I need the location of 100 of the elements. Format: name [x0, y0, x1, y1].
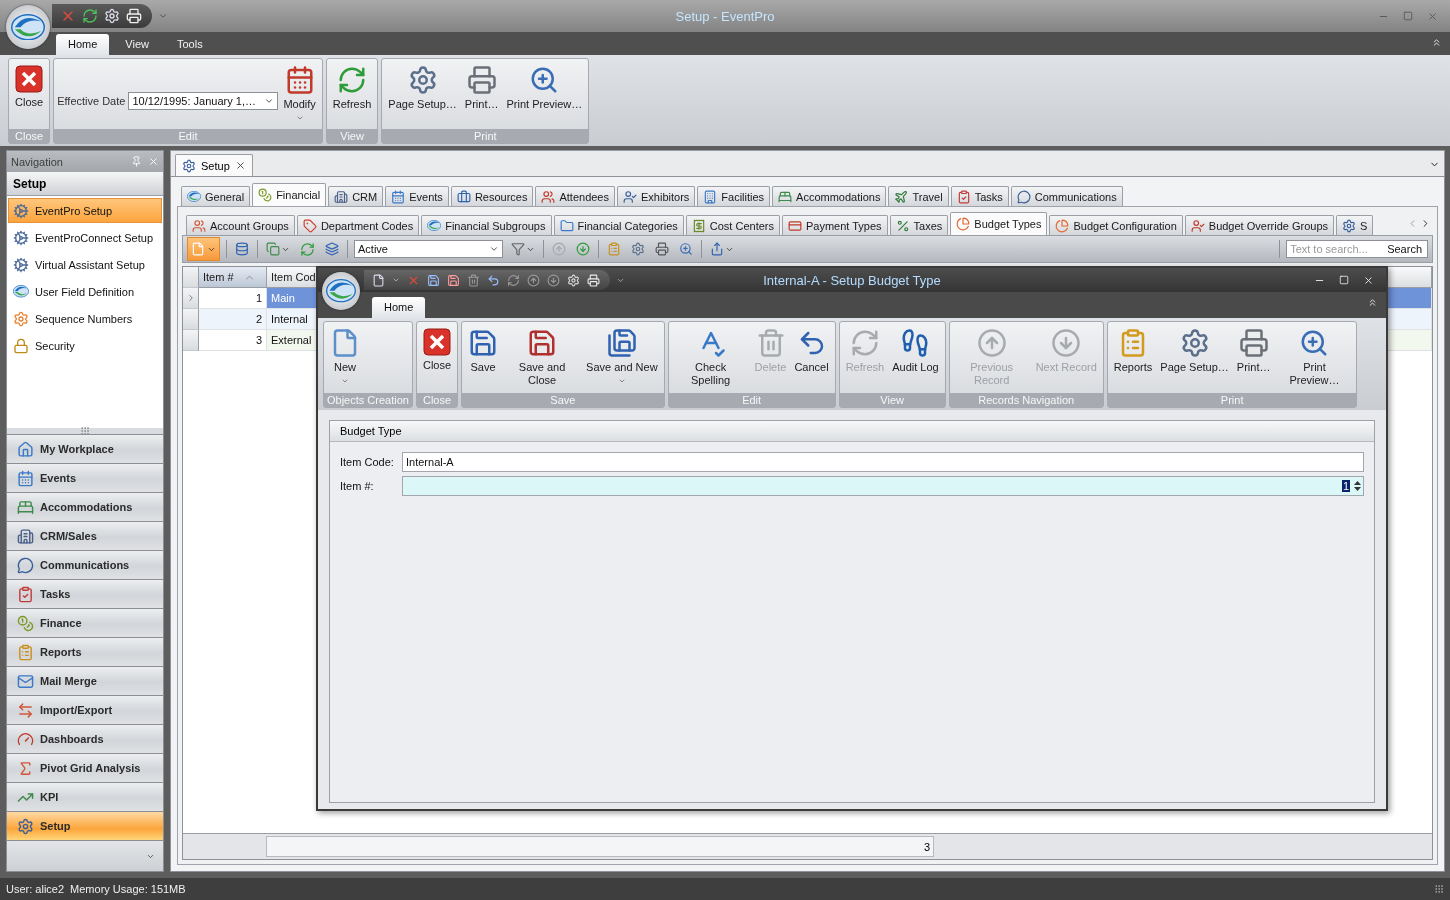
sub-tab[interactable]: Taxes — [889, 215, 949, 235]
airplane-icon — [894, 189, 909, 204]
ribbon-button[interactable]: Modify — [280, 63, 319, 124]
ribbon-button[interactable]: Page Setup… — [1157, 326, 1232, 376]
layers-icon — [325, 242, 339, 256]
sub-tab[interactable]: Payment Types — [782, 215, 888, 235]
ribbon-button[interactable]: Reports — [1110, 326, 1156, 376]
ribbon-button[interactable]: Refresh — [329, 63, 375, 113]
printer-icon — [126, 8, 142, 24]
nav-item[interactable]: Virtual Assistant Setup — [8, 252, 162, 277]
module-tab[interactable]: Events — [385, 186, 449, 206]
ribbon-button[interactable]: Check Spelling — [671, 326, 750, 389]
ribbon-tab[interactable]: Home — [56, 34, 110, 55]
sub-tab[interactable]: Account Groups — [186, 215, 295, 235]
sub-tab[interactable]: Financial Categories — [553, 215, 684, 235]
caret-icon — [489, 244, 499, 254]
ribbon-button[interactable]: Save and Close — [503, 326, 582, 389]
module-button[interactable]: Tasks — [7, 579, 163, 608]
module-button[interactable]: My Workplace — [7, 434, 163, 463]
gear-icon — [567, 273, 580, 287]
ribbon-tab[interactable]: Home — [372, 297, 426, 318]
page-gear-icon — [407, 65, 438, 95]
sub-tab[interactable]: Department Codes — [296, 215, 420, 235]
nav-item[interactable]: EventPro Setup — [8, 198, 162, 223]
module-tab[interactable]: Attendees — [535, 186, 615, 206]
ribbon-button[interactable]: Save and New — [583, 326, 661, 387]
nav-item[interactable]: Security — [8, 333, 162, 358]
nav-item[interactable]: User Field Definition — [8, 279, 162, 304]
ribbon-button[interactable]: Print… — [461, 63, 502, 113]
filter-dropdown[interactable]: Active — [354, 240, 503, 258]
refresh-icon — [337, 65, 368, 95]
module-tab[interactable]: Communications — [1010, 186, 1123, 206]
module-tab[interactable]: Travel — [888, 186, 949, 206]
module-button[interactable]: CRM/Sales — [7, 521, 163, 550]
module-button[interactable]: Setup — [7, 811, 163, 840]
module-tab[interactable]: Accommodations — [772, 186, 887, 206]
row-header[interactable] — [183, 288, 199, 309]
row-header[interactable] — [183, 330, 199, 351]
module-tab[interactable]: Resources — [450, 186, 534, 206]
collapse-ribbon-icon — [1367, 297, 1378, 308]
ribbon-tab[interactable]: Tools — [165, 34, 215, 55]
module-button[interactable]: Reports — [7, 637, 163, 666]
module-tab[interactable]: General — [181, 186, 251, 206]
ribbon-button[interactable]: Cancel — [791, 326, 832, 376]
card-icon — [788, 218, 802, 233]
module-button[interactable]: Dashboards — [7, 724, 163, 753]
row-header[interactable] — [183, 309, 199, 330]
module-button[interactable]: Finance — [7, 608, 163, 637]
module-tab[interactable]: Exhibitors — [617, 186, 696, 206]
sub-tab[interactable]: Financial Subgroups — [421, 215, 552, 235]
refresh-icon — [82, 8, 98, 24]
module-button[interactable]: Import/Export — [7, 695, 163, 724]
module-tab[interactable]: CRM — [328, 186, 384, 206]
page-icon — [372, 273, 385, 287]
ribbon-button[interactable]: Page Setup… — [385, 63, 460, 113]
ribbon-button[interactable]: Print Preview… — [1275, 326, 1354, 389]
number-field[interactable]: 1 — [402, 476, 1364, 496]
close-icon — [423, 328, 451, 356]
sub-tab[interactable]: Budget Types — [950, 212, 1048, 235]
module-button[interactable]: Accommodations — [7, 492, 163, 521]
tab-label: Setup — [201, 159, 230, 172]
ribbon-button[interactable]: New — [327, 326, 363, 387]
module-button[interactable]: KPI — [7, 782, 163, 811]
gear-icon — [104, 8, 120, 24]
module-tab[interactable]: Facilities — [697, 186, 771, 206]
date-dropdown[interactable]: 10/12/1995: January 1,… — [128, 92, 279, 110]
ribbon-tab[interactable]: View — [113, 34, 161, 55]
group-label: Print — [1107, 393, 1357, 407]
printer-icon — [587, 273, 600, 287]
funnel-icon — [511, 242, 525, 256]
coins-icon — [258, 188, 273, 202]
sub-tab[interactable]: Budget Configuration — [1049, 215, 1183, 235]
speech-bubble-icon — [1016, 189, 1031, 204]
module-button[interactable]: Mail Merge — [7, 666, 163, 695]
ribbon-button[interactable]: Save — [465, 326, 502, 376]
ribbon-button[interactable]: Audit Log — [889, 326, 942, 376]
nav-item[interactable]: Sequence Numbers — [8, 306, 162, 331]
ribbon-button[interactable]: Close — [419, 326, 455, 374]
new-button[interactable] — [187, 237, 220, 261]
sub-tab[interactable]: Cost Centers — [685, 215, 780, 235]
gear-icon — [17, 817, 34, 835]
module-button[interactable]: Communications — [7, 550, 163, 579]
module-tab[interactable]: Tasks — [950, 186, 1009, 206]
document-tab[interactable]: Setup — [175, 154, 253, 176]
copy-icon — [266, 242, 280, 256]
ribbon-button[interactable]: Print Preview… — [503, 63, 586, 113]
module-button[interactable]: Pivot Grid Analysis — [7, 753, 163, 782]
ribbon-button[interactable]: Print… — [1233, 326, 1274, 376]
gear-icon — [13, 202, 29, 219]
nav-item[interactable]: EventProConnect Setup — [8, 225, 162, 250]
module-button[interactable]: Events — [7, 463, 163, 492]
ribbon-button[interactable]: Close — [12, 63, 47, 111]
sub-tab[interactable]: Budget Override Groups — [1184, 215, 1335, 235]
module-tab[interactable]: Financial — [252, 183, 327, 206]
column-header[interactable]: Item # — [199, 267, 267, 288]
input-field[interactable]: Internal-A — [402, 452, 1364, 472]
refresh-icon — [507, 273, 520, 287]
sub-tab[interactable]: S — [1336, 215, 1374, 235]
caret-icon — [392, 276, 400, 284]
table-cell: 2 — [199, 309, 267, 330]
